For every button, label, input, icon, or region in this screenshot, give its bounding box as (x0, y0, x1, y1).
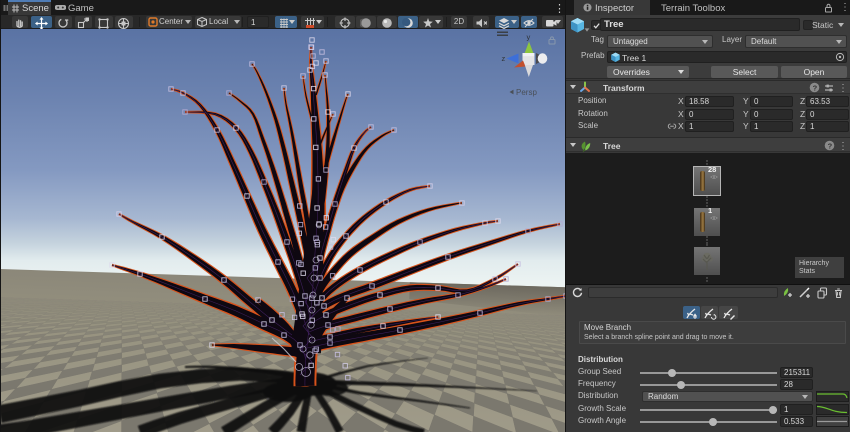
svg-text:y: y (527, 33, 531, 42)
svg-text:?: ? (813, 83, 818, 92)
svg-text:?: ? (828, 141, 833, 150)
svg-text:Persp: Persp (516, 88, 537, 97)
svg-text:z: z (502, 54, 506, 63)
